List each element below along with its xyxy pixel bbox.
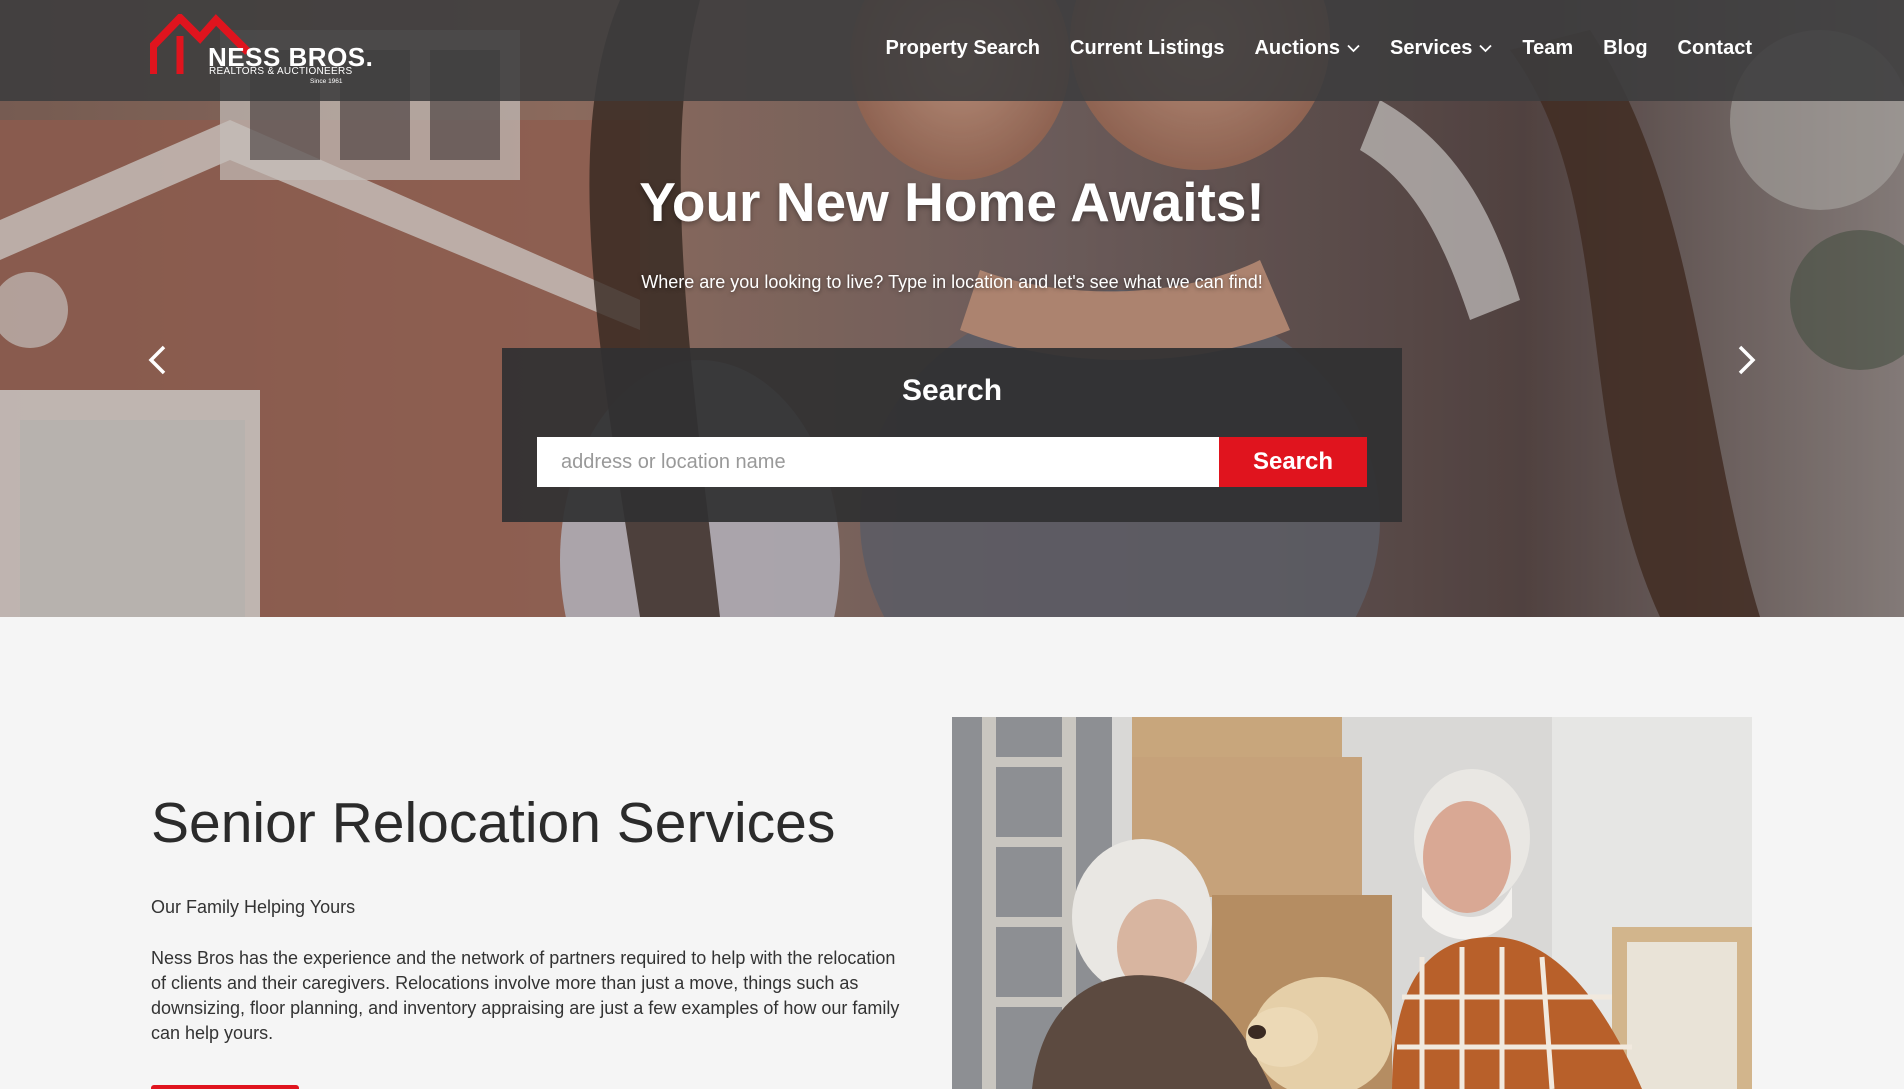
nav-label: Blog: [1603, 37, 1648, 59]
chevron-down-icon: [1479, 44, 1492, 53]
search-panel: Search Search: [502, 348, 1402, 522]
search-panel-title: Search: [901, 374, 1003, 407]
senior-couple-image: [952, 717, 1752, 1089]
section-title: Senior Relocation Services: [151, 791, 836, 855]
logo[interactable]: NESS BROS. REALTORS & AUCTIONEERS Since …: [150, 14, 373, 88]
nav-auctions[interactable]: Auctions: [1254, 37, 1360, 60]
search-input[interactable]: [537, 437, 1219, 487]
hero-title: Your New Home Awaits!: [639, 171, 1265, 233]
senior-couple-photo: [952, 717, 1752, 1089]
main-nav: Property Search Current Listings Auction…: [856, 37, 1752, 60]
nav-label: Property Search: [885, 37, 1041, 59]
nav-contact[interactable]: Contact: [1678, 37, 1752, 60]
nav-services[interactable]: Services: [1390, 37, 1492, 60]
site-header: NESS BROS. REALTORS & AUCTIONEERS Since …: [0, 0, 1904, 101]
section-body: Ness Bros has the experience and the net…: [151, 948, 900, 1043]
nav-label: Team: [1522, 37, 1574, 59]
logo-tagline: REALTORS & AUCTIONEERS: [209, 66, 353, 77]
nav-label: Auctions: [1254, 37, 1341, 59]
chevron-left-icon[interactable]: [141, 342, 177, 378]
chevron-right-icon[interactable]: [1727, 342, 1763, 378]
hero-subtitle: Where are you looking to live? Type in l…: [641, 272, 1263, 292]
chevron-down-icon: [1347, 44, 1360, 53]
nav-label: Services: [1390, 37, 1473, 59]
logo-since: Since 1961: [310, 78, 343, 85]
nav-label: Contact: [1677, 37, 1752, 59]
nav-team[interactable]: Team: [1522, 37, 1573, 60]
section-tagline: Our Family Helping Yours: [151, 897, 356, 917]
nav-blog[interactable]: Blog: [1603, 37, 1647, 60]
nav-current-listings[interactable]: Current Listings: [1070, 37, 1224, 60]
nav-property-search[interactable]: Property Search: [886, 37, 1041, 60]
nav-label: Current Listings: [1070, 37, 1225, 59]
search-button[interactable]: Search: [1219, 437, 1367, 487]
learn-more-button[interactable]: [151, 1085, 299, 1089]
